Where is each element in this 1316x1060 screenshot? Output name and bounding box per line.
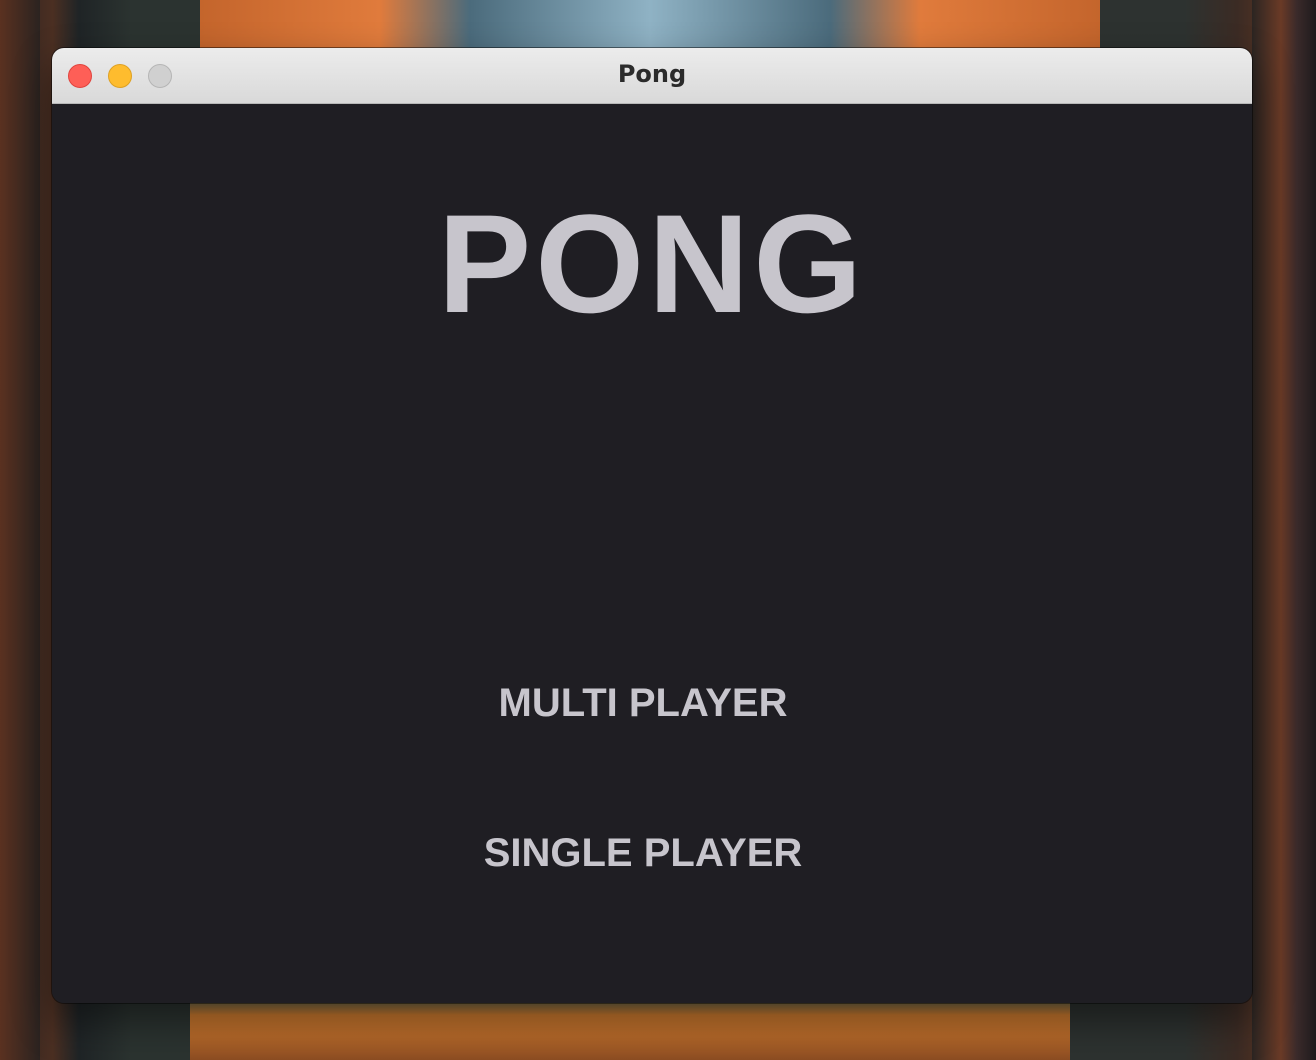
window-title: Pong	[617, 60, 687, 88]
multi-player-button[interactable]: MULTI PLAYER	[52, 680, 1252, 726]
desktop-wallpaper-top	[200, 0, 1100, 48]
desktop-edge-left	[0, 0, 40, 1060]
game-title: PONG	[437, 185, 867, 342]
single-player-button[interactable]: SINGLE PLAYER	[52, 830, 1252, 876]
game-canvas: PONG MULTI PLAYER SINGLE PLAYER	[52, 104, 1252, 1003]
title-bar[interactable]: Pong	[52, 48, 1252, 104]
desktop-edge-right	[1252, 0, 1316, 1060]
app-window: Pong PONG MULTI PLAYER SINGLE PLAYER	[52, 48, 1252, 1003]
desktop-wallpaper-bottom	[190, 1000, 1070, 1060]
